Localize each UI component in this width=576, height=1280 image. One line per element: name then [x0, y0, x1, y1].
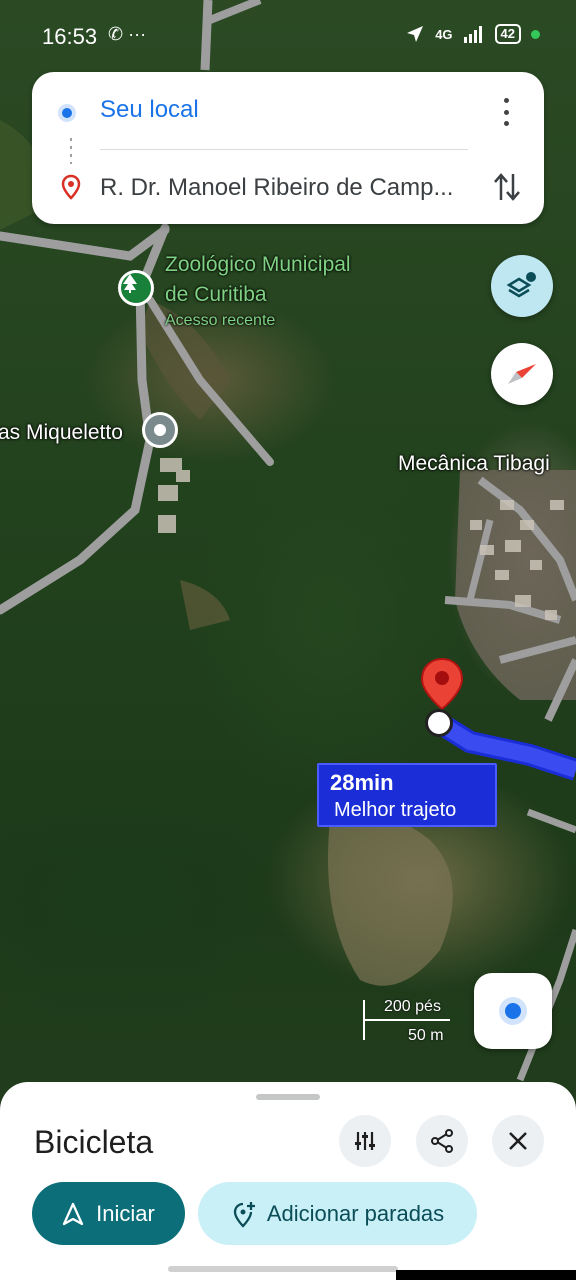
- route-end-dot: [425, 709, 453, 737]
- share-button[interactable]: [416, 1115, 468, 1167]
- destination-pin-icon: [61, 174, 81, 200]
- more-vert-icon[interactable]: [496, 98, 516, 126]
- add-stops-label: Adicionar paradas: [266, 1200, 445, 1226]
- zoo-sublabel: Acesso recente: [165, 312, 276, 329]
- status-right-icons: 4G 42: [405, 24, 540, 44]
- place-dot-icon: [154, 424, 166, 436]
- add-stops-button[interactable]: Adicionar paradas: [198, 1182, 477, 1245]
- privacy-dot-icon: [531, 29, 540, 39]
- clearing-patch: [328, 813, 453, 986]
- bottom-sheet: Bicicleta Iniciar Adicionar paradas: [0, 1082, 576, 1280]
- route-description: Melhor trajeto: [334, 799, 457, 821]
- location-arrow-icon: [407, 26, 424, 42]
- close-icon: [509, 1132, 527, 1150]
- destination-field[interactable]: R. Dr. Manoel Ribeiro de Camp...: [100, 174, 470, 202]
- road: [0, 225, 170, 261]
- my-location-button[interactable]: [474, 973, 552, 1049]
- scale-meters: 50 m: [408, 1027, 444, 1044]
- drag-handle[interactable]: [256, 1094, 320, 1100]
- layers-icon: [506, 272, 536, 298]
- route-duration-badge[interactable]: 28min Melhor trajeto: [317, 763, 497, 827]
- status-bar: 16:53 ✆ ··· 4G 42: [0, 0, 576, 72]
- scale-feet: 200 pés: [384, 998, 441, 1015]
- mecanica-label[interactable]: Mecânica Tibagi: [398, 452, 550, 476]
- route-duration: 28min: [330, 770, 394, 795]
- add-location-icon: [233, 1201, 255, 1228]
- destination-marker-icon[interactable]: [420, 657, 464, 713]
- zoo-pin[interactable]: [118, 270, 154, 306]
- travel-mode-title: Bicicleta: [34, 1124, 154, 1160]
- zoo-label-line2[interactable]: de Curitiba: [165, 283, 267, 307]
- status-time: 16:53: [42, 24, 98, 49]
- share-icon: [431, 1129, 453, 1153]
- bare-patch: [180, 580, 230, 630]
- road: [526, 808, 576, 834]
- tune-icon: [355, 1132, 375, 1150]
- miqueletto-label[interactable]: as Miqueletto: [0, 421, 123, 445]
- notification-icons: ✆ ···: [108, 24, 147, 44]
- layers-button[interactable]: [491, 255, 553, 317]
- zoo-label[interactable]: Zoológico Municipal: [165, 253, 351, 277]
- battery-indicator: 42: [494, 24, 521, 44]
- compass-button[interactable]: [491, 343, 553, 405]
- screen-corner: [396, 1270, 576, 1280]
- start-label: Iniciar: [96, 1200, 155, 1226]
- route-connector: [70, 138, 72, 164]
- swap-vert-icon[interactable]: [492, 170, 522, 204]
- origin-dot-icon: [58, 104, 76, 122]
- close-button[interactable]: [492, 1115, 544, 1167]
- compass-icon: [508, 364, 536, 384]
- start-button[interactable]: Iniciar: [32, 1182, 185, 1245]
- navigation-arrow-icon: [63, 1202, 84, 1225]
- options-button[interactable]: [339, 1115, 391, 1167]
- place-pin[interactable]: [142, 412, 178, 448]
- gesture-nav-bar[interactable]: [168, 1266, 398, 1272]
- my-location-icon: [499, 997, 527, 1025]
- origin-field[interactable]: Seu local: [100, 96, 199, 124]
- signal-icon: [463, 26, 482, 43]
- network-type: 4G: [435, 26, 453, 42]
- tree-icon: [123, 274, 137, 293]
- card-divider: [100, 149, 468, 150]
